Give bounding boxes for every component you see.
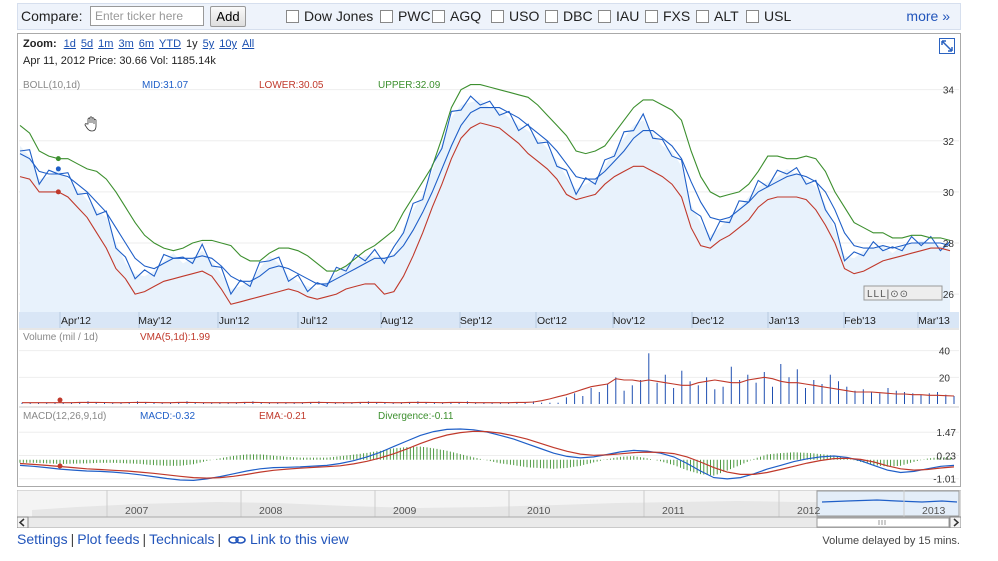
year-label: 2013	[922, 505, 946, 517]
scroll-left-button[interactable]	[16, 516, 29, 529]
upper-marker	[55, 156, 61, 162]
compare-item-label: ALT	[714, 8, 739, 24]
year-label: 2010	[527, 505, 551, 517]
month-label: Nov'12	[613, 315, 646, 327]
delayed-note: Volume delayed by 15 mins.	[822, 535, 960, 547]
macd-y-tick: 0.23	[937, 451, 957, 462]
chart-frame[interactable]: Zoom: 1d 5d 1m 3m 6m YTD 1y 5y 10y All Apr 11, 20…	[17, 33, 961, 487]
chain-link-icon	[228, 536, 246, 545]
checkbox[interactable]	[645, 9, 658, 23]
price-marker	[55, 166, 61, 172]
lower-marker	[55, 189, 61, 195]
compare-item-label: USL	[764, 8, 792, 24]
compare-item-label: USO	[509, 8, 540, 24]
boll-mid-label: MID:31.07	[142, 80, 189, 91]
year-label: 2008	[259, 505, 283, 517]
macd-y-tick: -1.01	[933, 475, 956, 486]
month-label: Aug'12	[381, 315, 414, 327]
scroller-canvas[interactable]: 2007 2008 2009 2010 2011 2012 2013	[16, 489, 962, 529]
compare-item-dbc[interactable]: DBC	[545, 8, 593, 24]
boll-label: BOLL(10,1d)	[23, 80, 80, 91]
month-label: Jan'13	[769, 315, 800, 327]
month-label: Sep'12	[460, 315, 493, 327]
vma-marker	[57, 397, 63, 403]
add-button[interactable]: Add	[210, 6, 246, 27]
compare-item-label: DBC	[563, 8, 593, 24]
footer-links: Settings | Plot feeds | Technicals | Link to …	[17, 531, 349, 547]
price-y-tick: 34	[943, 86, 955, 97]
vma-label: VMA(5,1d):1.99	[140, 332, 210, 343]
chart-mini-controls[interactable]: LLL|⊙⊙	[863, 285, 943, 301]
compare-item-label: FXS	[663, 8, 691, 24]
link-to-view[interactable]: Link to this view	[250, 531, 349, 547]
macd-label: MACD(12,26,9,1d)	[23, 411, 106, 422]
scroll-right-button[interactable]	[949, 516, 962, 529]
month-label: Dec'12	[692, 315, 725, 327]
more-link[interactable]: more »	[906, 8, 950, 24]
technicals-link[interactable]: Technicals	[149, 531, 214, 547]
month-label: Jul'12	[300, 315, 327, 327]
compare-item-fxs[interactable]: FXS	[645, 8, 690, 24]
checkbox[interactable]	[286, 9, 299, 23]
plot-feeds-link[interactable]: Plot feeds	[77, 531, 139, 547]
year-label: 2012	[797, 505, 821, 517]
boll-upper-label: UPPER:32.09	[378, 80, 441, 91]
month-label: May'12	[138, 315, 172, 327]
checkbox[interactable]	[545, 9, 558, 23]
boll-lower-label: LOWER:30.05	[259, 80, 324, 91]
checkbox[interactable]	[380, 9, 393, 23]
macd-marker	[57, 463, 63, 469]
volume-y-tick: 20	[939, 373, 951, 384]
price-y-tick: 26	[943, 290, 955, 301]
year-label: 2011	[662, 505, 685, 517]
compare-item-uso[interactable]: USO	[491, 8, 539, 24]
compare-item-label: AGQ	[450, 8, 482, 24]
price-y-tick: 30	[943, 188, 955, 199]
compare-bar: Compare: Add Dow Jones PWC AGQ USO DBC IAU FXS…	[17, 3, 961, 30]
compare-item-alt[interactable]: ALT	[696, 8, 739, 24]
month-label: Mar'13	[918, 315, 950, 327]
settings-link[interactable]: Settings	[17, 531, 68, 547]
volume-y-tick: 40	[939, 347, 951, 358]
month-label: Apr'12	[61, 315, 91, 327]
month-label: Feb'13	[844, 315, 876, 327]
checkbox[interactable]	[491, 9, 504, 23]
ticker-input[interactable]	[90, 6, 204, 26]
compare-item-dow-jones[interactable]: Dow Jones	[286, 8, 373, 24]
year-label: 2007	[125, 505, 149, 517]
chart-canvas[interactable]: 34 32 30 28 26 BOLL(10,1d) MID:31.07 LOWER:3…	[18, 34, 960, 486]
divergence-value-label: Divergence:-0.11	[378, 411, 454, 422]
macd-value-label: MACD:-0.32	[140, 411, 195, 422]
macd-y-tick: 1.47	[937, 428, 957, 439]
compare-item-label: PWC	[398, 8, 431, 24]
checkbox[interactable]	[746, 9, 759, 23]
compare-item-label: IAU	[616, 8, 640, 24]
month-label: Jun'12	[219, 315, 250, 327]
price-y-tick: 28	[943, 239, 955, 250]
svg-text:LLL|⊙⊙: LLL|⊙⊙	[867, 289, 909, 300]
compare-label: Compare:	[21, 8, 83, 24]
checkbox[interactable]	[696, 9, 709, 23]
compare-item-pwc[interactable]: PWC	[380, 8, 431, 24]
compare-item-usl[interactable]: USL	[746, 8, 791, 24]
checkbox[interactable]	[432, 9, 445, 23]
year-label: 2009	[393, 505, 417, 517]
month-label: Oct'12	[537, 315, 567, 327]
compare-item-label: Dow Jones	[304, 8, 374, 24]
compare-item-iau[interactable]: IAU	[598, 8, 639, 24]
price-y-tick: 32	[943, 137, 955, 148]
volume-label: Volume (mil / 1d)	[23, 332, 98, 343]
ema-value-label: EMA:-0.21	[259, 411, 307, 422]
scrollbar-thumb[interactable]	[816, 517, 950, 528]
checkbox[interactable]	[598, 9, 611, 23]
time-scroller[interactable]: 2007 2008 2009 2010 2011 2012 2013	[16, 489, 962, 529]
compare-item-agq[interactable]: AGQ	[432, 8, 481, 24]
